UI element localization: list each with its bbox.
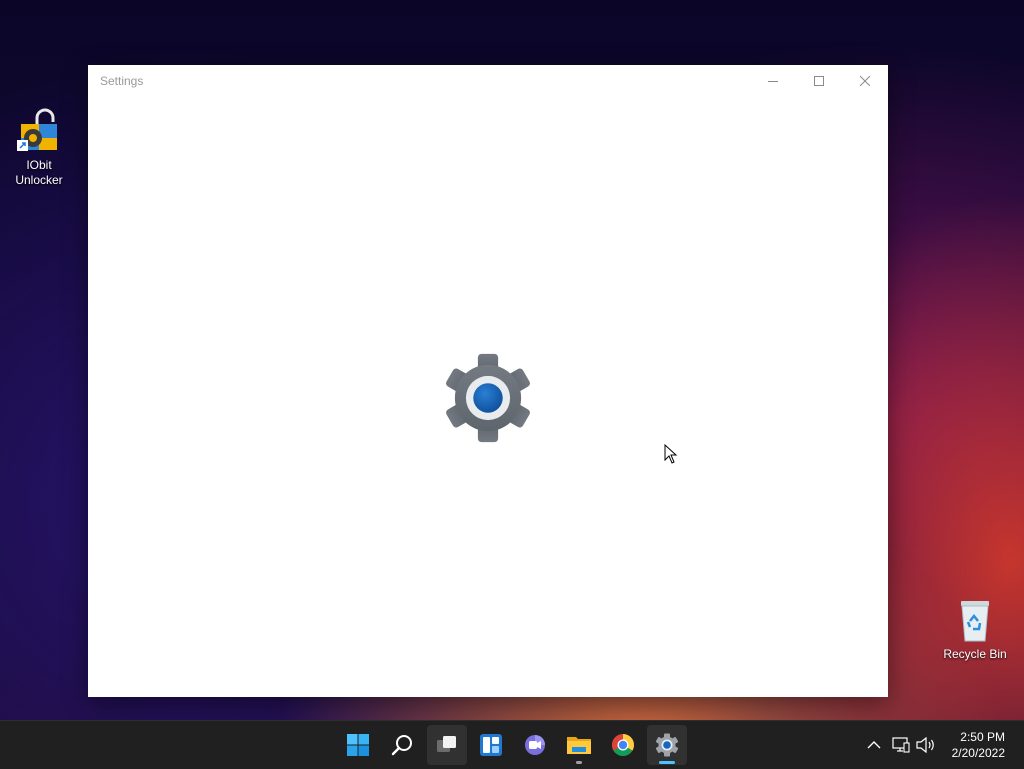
widgets-icon: [480, 734, 502, 756]
desktop-icon-iobit-unlocker[interactable]: IObit Unlocker: [2, 108, 76, 188]
maximize-button[interactable]: [796, 65, 842, 97]
window-title: Settings: [100, 74, 144, 88]
clock-date: 2/20/2022: [951, 746, 1005, 760]
taskbar-widgets-button[interactable]: [471, 725, 511, 765]
windows-start-icon: [347, 734, 369, 756]
settings-gear-icon: [439, 352, 537, 444]
taskbar: 2:50 PM 2/20/2022: [0, 720, 1024, 769]
title-bar[interactable]: Settings: [88, 65, 888, 97]
network-button[interactable]: [891, 735, 911, 755]
file-explorer-icon: [567, 737, 591, 754]
taskbar-clock[interactable]: 2:50 PM 2/20/2022: [952, 729, 1005, 761]
close-button[interactable]: [842, 65, 888, 97]
desktop-icon-label: IObit Unlocker: [15, 158, 63, 187]
show-hidden-icons-button[interactable]: [864, 735, 884, 755]
search-icon: [391, 735, 412, 756]
recycle-bin-icon: [951, 597, 999, 645]
teams-chat-icon: [525, 735, 545, 755]
taskbar-chat-button[interactable]: [515, 725, 555, 765]
active-indicator: [659, 761, 675, 764]
taskbar-file-explorer-button[interactable]: [559, 725, 599, 765]
taskbar-start-button[interactable]: [338, 725, 378, 765]
taskbar-search-button[interactable]: [382, 725, 422, 765]
taskbar-chrome-button[interactable]: [603, 725, 643, 765]
chevron-up-icon: [867, 741, 881, 749]
volume-icon: [916, 737, 934, 753]
clock-time: 2:50 PM: [960, 730, 1005, 744]
minimize-button[interactable]: [750, 65, 796, 97]
network-icon: [892, 737, 910, 753]
desktop-icon-label: Recycle Bin: [943, 647, 1007, 661]
mouse-cursor-icon: [664, 444, 678, 464]
maximize-icon: [814, 76, 824, 86]
chrome-icon: [612, 734, 634, 756]
close-icon: [860, 76, 870, 86]
settings-window: Settings: [88, 65, 888, 697]
taskbar-task-view-button[interactable]: [427, 725, 467, 765]
volume-button[interactable]: [916, 735, 936, 755]
minimize-icon: [768, 81, 778, 82]
running-indicator: [576, 761, 582, 764]
task-view-icon: [437, 736, 456, 752]
settings-icon: [655, 733, 679, 757]
taskbar-settings-button[interactable]: [647, 725, 687, 765]
desktop-icon-recycle-bin[interactable]: Recycle Bin: [938, 597, 1012, 662]
iobit-unlocker-icon: [15, 108, 63, 156]
